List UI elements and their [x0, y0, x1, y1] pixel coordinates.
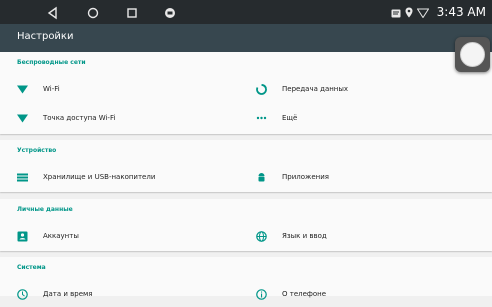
settings-item-wifi[interactable]: Wi-Fi	[17, 76, 60, 102]
settings-item-about[interactable]: О телефоне	[256, 281, 326, 307]
floating-button-circle-icon	[460, 42, 485, 67]
home-icon[interactable]	[86, 5, 100, 19]
page-title: Настройки	[17, 31, 74, 42]
account-icon	[17, 231, 28, 242]
settings-item-label: Ещё	[282, 114, 298, 122]
notification-icon	[391, 3, 401, 22]
data-usage-icon	[256, 83, 267, 95]
settings-item-label: Приложения	[282, 173, 329, 181]
settings-item-date-time[interactable]: Дата и время	[17, 281, 93, 307]
section-device: Устройство Хранилище и USB-накопители Пр…	[0, 140, 492, 192]
settings-item-storage[interactable]: Хранилище и USB-накопители	[17, 164, 155, 190]
android-icon	[256, 172, 267, 183]
settings-item-label: Аккаунты	[43, 232, 79, 240]
settings-item-label: Хранилище и USB-накопители	[43, 173, 156, 181]
app-icon[interactable]	[163, 5, 177, 19]
settings-item-label: Точка доступа Wi-Fi	[43, 114, 116, 122]
globe-icon	[256, 230, 267, 242]
status-bar: 3:43 AM	[0, 0, 492, 24]
action-bar: Настройки	[0, 24, 492, 52]
settings-item-apps[interactable]: Приложения	[256, 164, 329, 190]
section-header: Система	[17, 264, 46, 271]
section-header: Беспроводные сети	[17, 59, 86, 66]
section-header: Устройство	[17, 147, 57, 154]
back-icon[interactable]	[46, 5, 60, 20]
info-icon	[256, 288, 267, 300]
settings-item-accounts[interactable]: Аккаунты	[17, 223, 79, 249]
settings-item-data-usage[interactable]: Передача данных	[256, 76, 348, 102]
status-indicators: 3:43 AM	[391, 3, 486, 21]
wifi-icon	[416, 3, 430, 22]
settings-item-language[interactable]: Язык и ввод	[256, 223, 327, 249]
section-header: Личные данные	[17, 206, 73, 213]
more-icon	[256, 113, 267, 124]
settings-item-label: Wi-Fi	[43, 85, 60, 93]
settings-item-label: Передача данных	[282, 85, 349, 93]
section-wireless: Беспроводные сети Wi-Fi Передача данных …	[0, 52, 492, 134]
location-icon	[405, 3, 413, 22]
settings-item-label: Дата и время	[43, 290, 93, 298]
clock-icon	[17, 288, 28, 300]
storage-icon	[17, 172, 28, 183]
recents-icon[interactable]	[125, 5, 139, 19]
settings-item-label: О телефоне	[282, 290, 327, 298]
settings-item-more[interactable]: Ещё	[256, 105, 297, 131]
clock-time: 3:43 AM	[436, 5, 486, 19]
settings-item-label: Язык и ввод	[282, 232, 327, 240]
settings-item-hotspot[interactable]: Точка доступа Wi-Fi	[17, 105, 115, 131]
floating-assistive-button[interactable]	[455, 37, 490, 72]
section-personal: Личные данные Аккаунты Язык и ввод	[0, 199, 492, 251]
wifi-icon	[17, 113, 28, 124]
wifi-icon	[17, 84, 28, 95]
section-system: Система Дата и время О телефоне	[0, 257, 492, 300]
